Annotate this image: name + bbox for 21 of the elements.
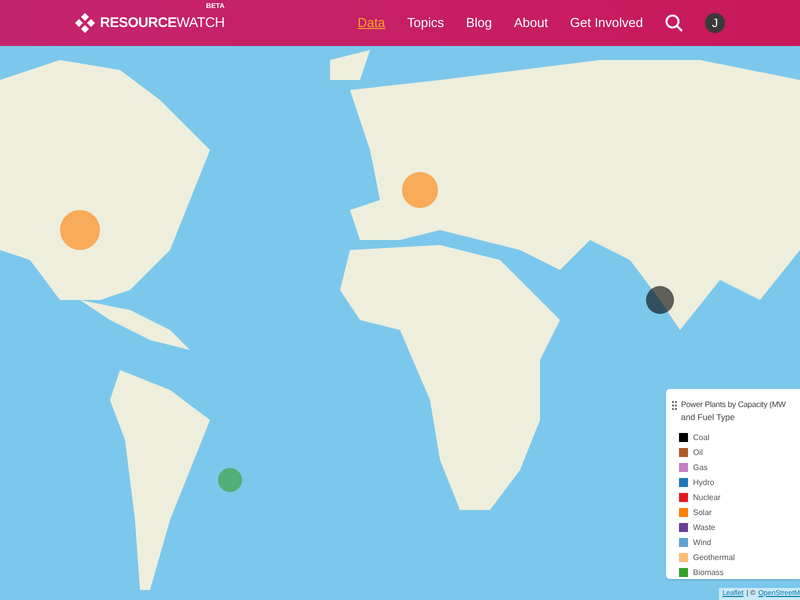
legend-subtitle: and Fuel Type: [681, 411, 736, 423]
legend-label: Oil: [693, 446, 703, 458]
nav-link[interactable]: Topics: [407, 13, 444, 33]
nav-link[interactable]: Blog: [466, 13, 492, 33]
search-icon[interactable]: [665, 14, 683, 32]
nav-link[interactable]: Get Involved: [570, 13, 643, 33]
legend-label: Gas: [693, 462, 708, 474]
user-avatar[interactable]: J: [705, 13, 725, 33]
legend-label: Solar: [693, 506, 712, 518]
legend-label: Biomass: [693, 566, 724, 578]
drag-handle-icon[interactable]: [672, 401, 677, 410]
nav-link[interactable]: About: [514, 13, 548, 33]
legend-label: Geothermal: [693, 552, 735, 564]
logo-icon: [75, 13, 95, 33]
legend-label: Waste: [693, 522, 716, 534]
legend-label: Coal: [693, 432, 710, 444]
legend-label: Nuclear: [693, 492, 721, 504]
legend-title: Power Plants by Capacity (MW: [681, 399, 786, 411]
legend-label: Hydro: [693, 476, 714, 488]
legend-label: Wind: [693, 536, 712, 548]
logo-text[interactable]: RESOURCEWATCH: [100, 14, 225, 30]
